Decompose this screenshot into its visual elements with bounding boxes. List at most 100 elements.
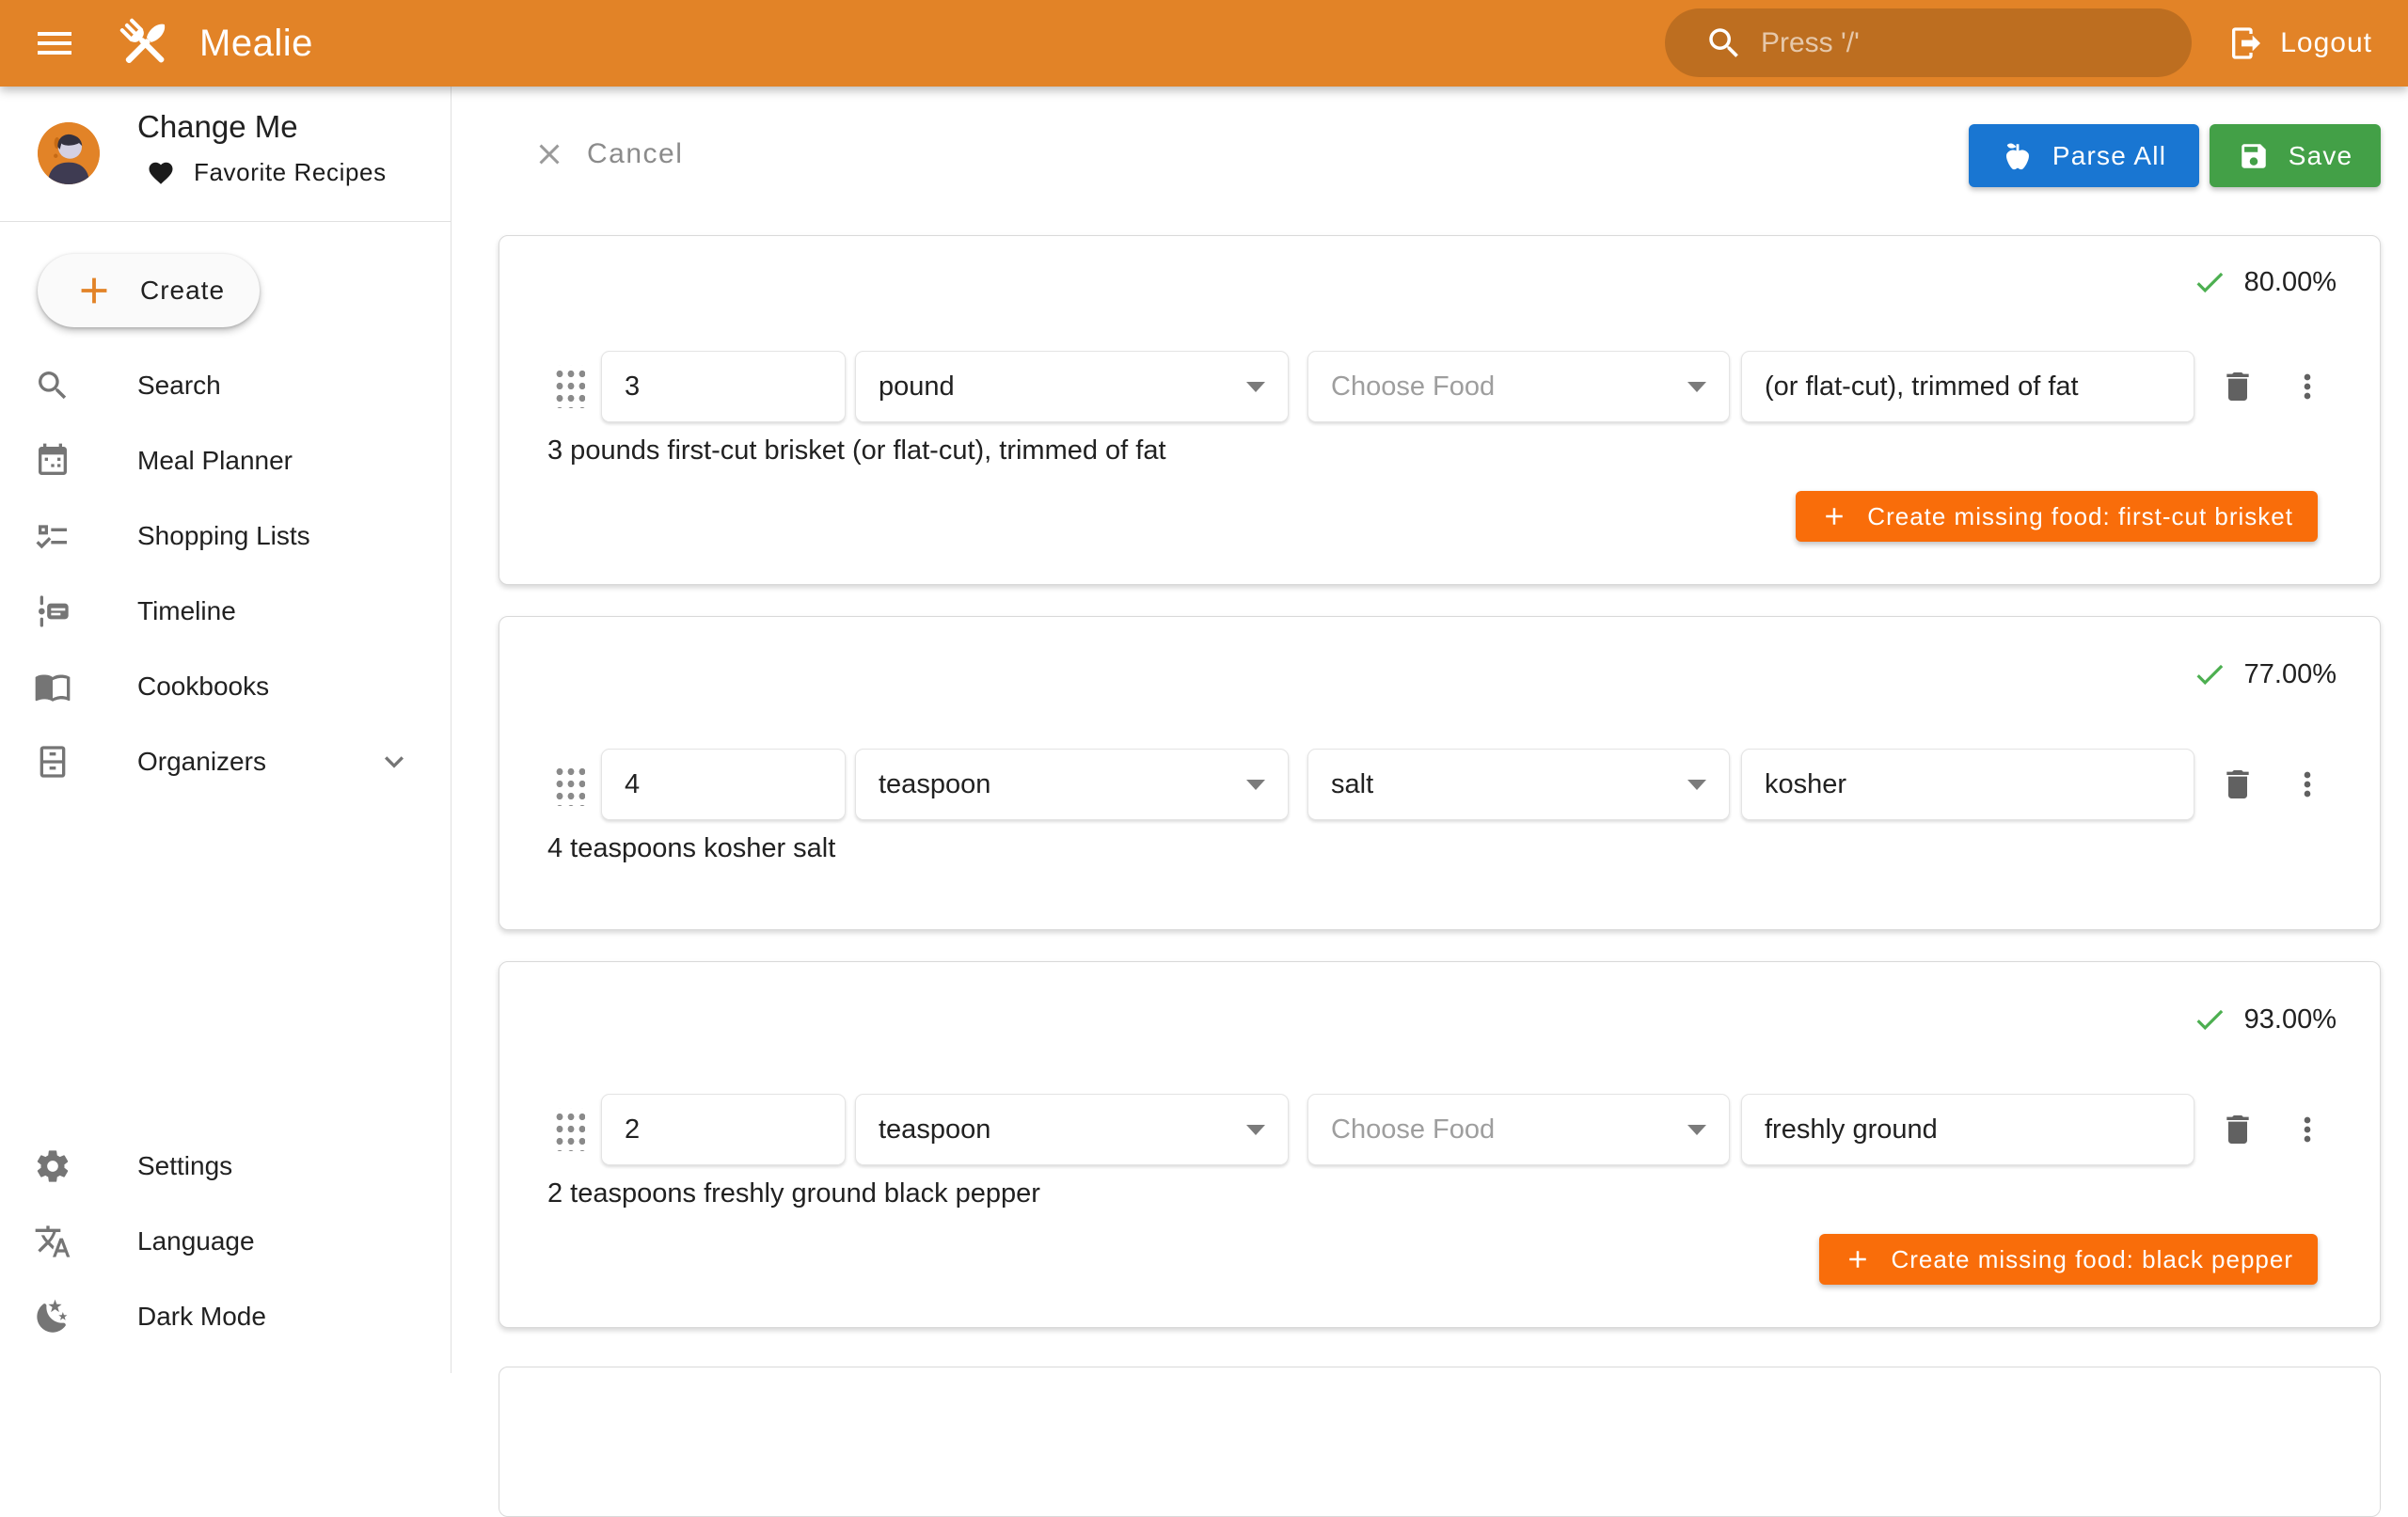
parse-all-button[interactable]: Parse All: [1969, 124, 2199, 187]
calendar-icon: [34, 442, 71, 480]
ingredient-menu-button[interactable]: [2285, 364, 2330, 409]
food-select[interactable]: salt: [1307, 749, 1730, 820]
note-input[interactable]: [1765, 769, 2171, 800]
dropdown-caret-icon: [1246, 1125, 1265, 1135]
user-name: Change Me: [137, 109, 298, 145]
nav-label: Cookbooks: [137, 672, 269, 702]
app-title: Mealie: [199, 23, 313, 65]
ingredient-card-1: 80.00% pound Choose Food 3 pounds first-…: [499, 235, 2381, 585]
sidebar-footer-nav: Settings Language Dark Mode: [0, 1129, 451, 1354]
sidebar-item-language[interactable]: Language: [0, 1204, 451, 1279]
note-field[interactable]: [1741, 749, 2194, 820]
note-input[interactable]: [1765, 371, 2171, 403]
food-select[interactable]: Choose Food: [1307, 1094, 1730, 1165]
dropdown-caret-icon: [1687, 382, 1706, 392]
dropdown-caret-icon: [1687, 1125, 1706, 1135]
timeline-icon: [34, 593, 71, 630]
dropdown-caret-icon: [1246, 382, 1265, 392]
food-select[interactable]: Choose Food: [1307, 351, 1730, 422]
parse-all-label: Parse All: [2052, 141, 2166, 171]
unit-select[interactable]: teaspoon: [855, 749, 1289, 820]
sidebar-item-meal-planner[interactable]: Meal Planner: [0, 423, 451, 498]
hamburger-menu-icon[interactable]: [21, 9, 88, 77]
favorite-recipes-link[interactable]: Favorite Recipes: [147, 158, 387, 187]
unit-value: pound: [879, 371, 955, 403]
sidebar-divider: [0, 221, 451, 222]
delete-ingredient-button[interactable]: [2215, 762, 2260, 807]
cancel-label: Cancel: [587, 138, 683, 170]
nav-label: Settings: [137, 1151, 232, 1181]
note-field[interactable]: [1741, 351, 2194, 422]
avatar[interactable]: [38, 122, 100, 184]
quantity-input[interactable]: [625, 1114, 822, 1146]
note-field[interactable]: [1741, 1094, 2194, 1165]
original-ingredient-text: 3 pounds first-cut brisket (or flat-cut)…: [547, 435, 1166, 466]
unit-select[interactable]: pound: [855, 351, 1289, 422]
food-placeholder: Choose Food: [1331, 371, 1495, 403]
create-missing-food-button[interactable]: Create missing food: first-cut brisket: [1796, 491, 2318, 542]
unit-select[interactable]: teaspoon: [855, 1094, 1289, 1165]
confidence-value: 80.00%: [2244, 267, 2337, 298]
drag-handle-icon[interactable]: [553, 365, 585, 408]
logout-label: Logout: [2280, 27, 2372, 59]
unit-value: teaspoon: [879, 1114, 990, 1146]
logout-icon: [2227, 24, 2265, 62]
delete-ingredient-button[interactable]: [2215, 364, 2260, 409]
nav-label: Timeline: [137, 596, 236, 626]
ingredient-card-3: 93.00% teaspoon Choose Food 2 teaspoons …: [499, 961, 2381, 1328]
chevron-down-icon[interactable]: [375, 743, 413, 781]
quantity-field[interactable]: [601, 749, 846, 820]
global-search[interactable]: [1665, 8, 2192, 77]
confidence-indicator: 77.00%: [2192, 656, 2337, 692]
confidence-indicator: 93.00%: [2192, 1002, 2337, 1037]
sidebar-item-cookbooks[interactable]: Cookbooks: [0, 649, 451, 724]
heart-icon: [147, 159, 175, 187]
translate-icon: [34, 1223, 71, 1260]
gear-icon: [34, 1147, 71, 1185]
trash-icon: [2219, 1111, 2257, 1148]
note-input[interactable]: [1765, 1114, 2171, 1146]
sidebar-item-shopping-lists[interactable]: Shopping Lists: [0, 498, 451, 574]
quantity-input[interactable]: [625, 769, 822, 800]
app-bar: Mealie Logout: [0, 0, 2408, 87]
cabinet-icon: [34, 743, 71, 781]
logout-button[interactable]: Logout: [2218, 0, 2382, 87]
cancel-button[interactable]: Cancel: [517, 124, 698, 184]
trash-icon: [2219, 766, 2257, 803]
create-missing-food-button[interactable]: Create missing food: black pepper: [1819, 1234, 2318, 1285]
sidebar-item-timeline[interactable]: Timeline: [0, 574, 451, 649]
sidebar-item-search[interactable]: Search: [0, 348, 451, 423]
delete-ingredient-button[interactable]: [2215, 1107, 2260, 1152]
create-button[interactable]: Create: [38, 254, 260, 327]
ingredient-menu-button[interactable]: [2285, 1107, 2330, 1152]
ingredient-card-4-partial: [499, 1367, 2381, 1517]
search-input[interactable]: [1761, 27, 2156, 59]
ingredient-edit-row: teaspoon Choose Food: [553, 1094, 2330, 1165]
quantity-field[interactable]: [601, 1094, 846, 1165]
kebab-menu-icon: [2289, 766, 2326, 803]
quantity-field[interactable]: [601, 351, 846, 422]
ingredient-menu-button[interactable]: [2285, 762, 2330, 807]
drag-handle-icon[interactable]: [553, 1108, 585, 1151]
kebab-menu-icon: [2289, 1111, 2326, 1148]
plus-icon: [72, 269, 116, 312]
nav-label: Shopping Lists: [137, 521, 310, 551]
save-icon: [2238, 140, 2270, 172]
sidebar-item-organizers[interactable]: Organizers: [0, 724, 451, 799]
sidebar-item-settings[interactable]: Settings: [0, 1129, 451, 1204]
ingredient-edit-row: teaspoon salt: [553, 749, 2330, 820]
quantity-input[interactable]: [625, 371, 822, 403]
user-block: Change Me Favorite Recipes: [0, 87, 451, 221]
drag-handle-icon[interactable]: [553, 763, 585, 806]
save-button[interactable]: Save: [2210, 124, 2381, 187]
dropdown-caret-icon: [1687, 780, 1706, 790]
search-icon: [1704, 24, 1744, 63]
create-missing-food-label: Create missing food: first-cut brisket: [1867, 502, 2293, 531]
check-icon: [2192, 264, 2227, 300]
trash-icon: [2219, 368, 2257, 405]
confidence-indicator: 80.00%: [2192, 264, 2337, 300]
unit-value: teaspoon: [879, 769, 990, 800]
magnify-icon: [34, 367, 71, 404]
sidebar-item-dark-mode[interactable]: Dark Mode: [0, 1279, 451, 1354]
sidebar-nav: Search Meal Planner Shopping Lists Timel…: [0, 348, 451, 799]
